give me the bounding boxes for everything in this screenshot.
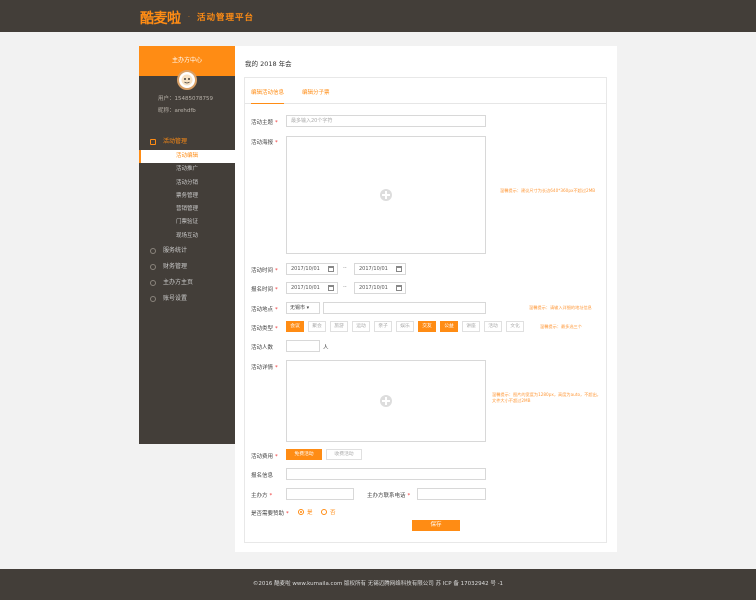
edit-panel: 编辑活动信息 编辑分子票 活动主题 * 最多输入20个字符 活动海报 * 温馨提示：… <box>244 77 607 543</box>
page-title: 我的 2018 年会 <box>245 60 292 68</box>
calendar-icon <box>396 285 402 291</box>
user-id: 用户：15485078759 <box>158 96 213 102</box>
add-icon <box>380 395 392 407</box>
signup-info-label: 报名信息 <box>251 473 274 479</box>
nav-group-activity[interactable]: 活动管理 <box>139 134 235 150</box>
location-hint: 温馨提示：请输入详细的地址信息 <box>529 305 592 310</box>
nav-group-label: 主办方主页 <box>163 279 194 287</box>
sidebar-item-promote[interactable]: 活动推广 <box>139 163 235 176</box>
user-avatar-icon <box>181 74 193 86</box>
logo-separator: · <box>188 14 190 21</box>
sidebar-item-edit[interactable]: 活动编辑 <box>139 150 235 164</box>
tab-edit-info[interactable]: 编辑活动信息 <box>251 88 285 104</box>
phone-input[interactable] <box>417 488 486 500</box>
type-chip[interactable]: 交友 <box>418 321 436 332</box>
activity-icon <box>150 139 156 145</box>
brand-logo[interactable]: 酷麦啦 <box>140 8 181 28</box>
tab-bar: 编辑活动信息 编辑分子票 <box>245 78 606 104</box>
type-label: 活动类型 * <box>251 326 278 332</box>
detail-hint: 温馨提示：图片的宽度为1280px，高度为auto，不超出，文件大小不超过2MB <box>492 392 601 403</box>
account-icon <box>150 296 156 303</box>
address-input[interactable] <box>323 302 486 314</box>
type-chip[interactable]: 讲座 <box>462 321 480 332</box>
sidebar-item-tickets[interactable]: 票务管理 <box>139 190 235 203</box>
sidebar-item-marketing[interactable]: 营销管理 <box>139 203 235 216</box>
calendar-icon <box>328 285 334 291</box>
count-input[interactable] <box>286 340 320 352</box>
type-hint: 温馨提示：最多选三个 <box>540 324 582 329</box>
signup-info-input[interactable] <box>286 468 486 480</box>
poster-hint: 温馨提示：建议尺寸为长边640*360px不超过2MB <box>500 188 596 193</box>
type-chip[interactable]: 活动 <box>484 321 502 332</box>
sidebar-item-interaction[interactable]: 现场互动 <box>139 230 235 243</box>
sponsor-no-radio[interactable] <box>321 509 327 515</box>
add-icon <box>380 189 392 201</box>
time-start-input[interactable]: 2017/10/01 <box>286 263 338 275</box>
finance-icon <box>150 264 156 271</box>
nav-group-account[interactable]: 账号设置 <box>139 291 235 307</box>
nav-group-stats[interactable]: 服务统计 <box>139 243 235 259</box>
location-label: 活动地点 * <box>251 307 278 313</box>
poster-upload[interactable] <box>286 136 486 254</box>
sponsor-label: 是否需要赞助 * <box>251 511 289 517</box>
range-separator: -- <box>343 284 347 290</box>
sponsor-yes-label: 是 <box>307 510 313 516</box>
type-chip[interactable]: 公益 <box>440 321 458 332</box>
nav-group-label: 账号设置 <box>163 295 188 303</box>
organizer-label: 主办方 * <box>251 493 273 499</box>
main-content: 我的 2018 年会 编辑活动信息 编辑分子票 活动主题 * 最多输入20个字符 … <box>235 46 617 552</box>
sidebar-item-verify[interactable]: 门票验证 <box>139 216 235 229</box>
save-button[interactable]: 保存 <box>412 520 460 531</box>
platform-title: 活动管理平台 <box>197 13 255 23</box>
city-select[interactable]: 无锡市 ▾ <box>286 302 320 314</box>
sponsor-yes-radio[interactable] <box>298 509 304 515</box>
user-nickname: 昵称：arehdfb <box>158 108 196 114</box>
time-end-input[interactable]: 2017/10/01 <box>354 263 406 275</box>
signup-start-input[interactable]: 2017/10/01 <box>286 282 338 294</box>
type-chip[interactable]: 旅游 <box>330 321 348 332</box>
top-bar: 酷麦啦 · 活动管理平台 <box>0 0 756 32</box>
type-chip[interactable]: 运动 <box>352 321 370 332</box>
poster-label: 活动海报 * <box>251 140 278 146</box>
nav-group-label: 财务管理 <box>163 263 188 271</box>
count-unit: 人 <box>323 345 329 351</box>
signup-time-label: 报名时间 * <box>251 287 278 293</box>
nav-group-finance[interactable]: 财务管理 <box>139 259 235 275</box>
organizer-input[interactable] <box>286 488 354 500</box>
tab-edit-tickets[interactable]: 编辑分子票 <box>302 88 330 96</box>
sponsor-no-label: 否 <box>330 510 336 516</box>
signup-end-input[interactable]: 2017/10/01 <box>354 282 406 294</box>
sidebar: 主办方中心 用户：15485078759 昵称：arehdfb 活动管理 活动编… <box>139 46 235 444</box>
type-chip[interactable]: 聚会 <box>308 321 326 332</box>
avatar[interactable] <box>177 70 197 90</box>
nav-group-label: 服务统计 <box>163 247 188 255</box>
sidebar-nav: 活动管理 活动编辑 活动推广 活动分销 票务管理 营销管理 门票验证 现场互动 … <box>139 134 235 307</box>
home-icon <box>150 280 156 287</box>
fee-paid-button[interactable]: 收费活动 <box>326 449 362 460</box>
count-label: 活动人数 <box>251 345 274 351</box>
type-chip[interactable]: 亲子 <box>374 321 392 332</box>
nav-group-label: 活动管理 <box>163 138 188 145</box>
fee-free-button[interactable]: 免费活动 <box>286 449 322 460</box>
type-chip[interactable]: 娱乐 <box>396 321 414 332</box>
subject-input[interactable]: 最多输入20个字符 <box>286 115 486 127</box>
sidebar-item-distribute[interactable]: 活动分销 <box>139 177 235 190</box>
fee-label: 活动费用 * <box>251 454 278 460</box>
range-separator: -- <box>343 265 347 271</box>
time-label: 活动时间 * <box>251 268 278 274</box>
nav-group-homepage[interactable]: 主办方主页 <box>139 275 235 291</box>
user-info: 用户：15485078759 昵称：arehdfb <box>158 93 213 117</box>
phone-label: 主办方联系电话 * <box>367 493 411 499</box>
detail-label: 活动详情 * <box>251 365 278 371</box>
calendar-icon <box>396 266 402 272</box>
calendar-icon <box>328 266 334 272</box>
type-chip[interactable]: 会议 <box>286 321 304 332</box>
subject-label: 活动主题 * <box>251 120 278 126</box>
footer: ©2016 酷麦啦 www.kumaila.com 版权所有 无锡迈腾网络科技有… <box>0 569 756 600</box>
detail-upload[interactable] <box>286 360 486 442</box>
stats-icon <box>150 248 156 255</box>
type-chip[interactable]: 文化 <box>506 321 524 332</box>
